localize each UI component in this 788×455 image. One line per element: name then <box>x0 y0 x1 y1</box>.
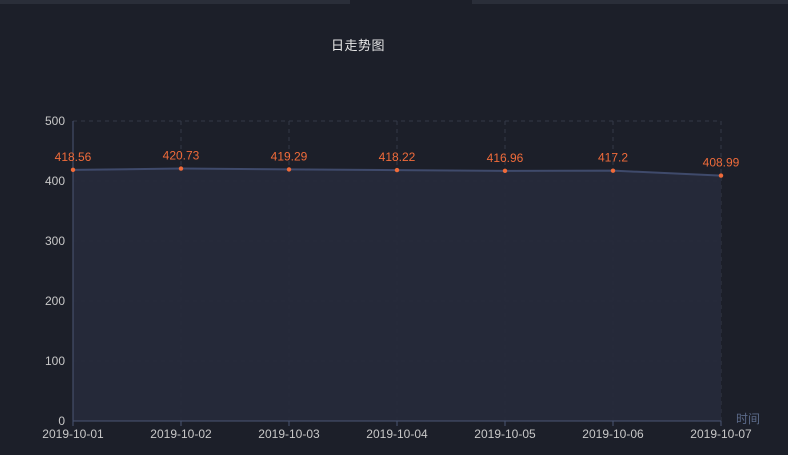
series-area <box>73 168 721 421</box>
y-tick-label: 300 <box>45 234 65 248</box>
x-axis-name: 时间 <box>736 412 760 426</box>
data-label: 419.29 <box>271 149 308 163</box>
data-point <box>394 167 400 173</box>
line-area-chart: 0 100 200 300 400 500 2019-10-01 2019-10-02 2019… <box>42 114 760 441</box>
x-tick-label: 2019-10-02 <box>150 427 212 441</box>
data-point <box>610 168 616 173</box>
data-label: 416.96 <box>487 151 524 165</box>
x-tick-label: 2019-10-05 <box>474 427 536 441</box>
data-point <box>286 167 292 172</box>
x-tick-label: 2019-10-01 <box>42 427 104 441</box>
x-tick-label: 2019-10-07 <box>690 427 752 441</box>
y-tick-label: 200 <box>45 294 65 308</box>
data-label: 418.22 <box>379 150 416 164</box>
data-label: 408.99 <box>703 156 740 170</box>
y-tick-label: 0 <box>58 414 65 428</box>
data-label: 417.2 <box>598 151 628 165</box>
y-tick-label: 500 <box>45 114 65 128</box>
data-point <box>718 173 724 178</box>
data-label: 418.56 <box>55 150 92 164</box>
y-tick-label: 100 <box>45 354 65 368</box>
data-point <box>502 168 508 174</box>
x-tick-label: 2019-10-04 <box>366 427 428 441</box>
x-tick-label: 2019-10-03 <box>258 427 320 441</box>
data-point <box>178 166 184 171</box>
data-point <box>70 167 76 173</box>
data-label: 420.73 <box>163 149 200 163</box>
chart-container: 日走势图 0 100 200 300 400 500 2019-10-01 2019-10-0… <box>0 0 788 455</box>
x-tick-label: 2019-10-06 <box>582 427 644 441</box>
y-tick-label: 400 <box>45 174 65 188</box>
